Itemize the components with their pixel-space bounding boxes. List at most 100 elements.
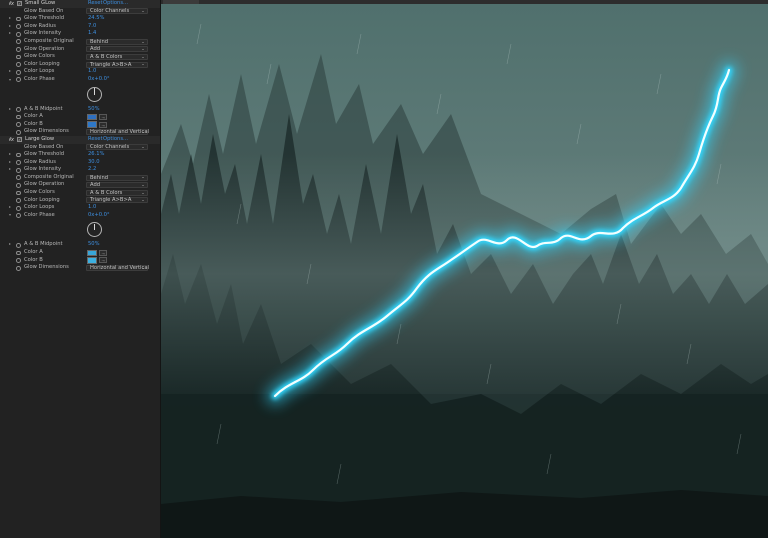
color-looping-dropdown[interactable]: Triangle A>B>A — [86, 197, 148, 204]
stopwatch-icon[interactable] — [16, 122, 21, 128]
glow-operation-dropdown[interactable]: Add — [86, 46, 148, 53]
stopwatch-icon[interactable] — [16, 54, 21, 60]
glow-radius-value[interactable]: 7.0 — [88, 23, 96, 31]
stopwatch-icon[interactable] — [16, 107, 21, 112]
stopwatch-icon[interactable] — [16, 31, 21, 37]
options-link[interactable]: Options... — [103, 0, 128, 8]
prop-glow-operation: Glow Operation Add — [0, 181, 160, 189]
angle-dial[interactable] — [87, 86, 102, 102]
stopwatch-icon[interactable] — [16, 190, 21, 196]
stopwatch-icon[interactable] — [16, 265, 21, 271]
glow-dimensions-dropdown[interactable]: Horizontal and Vertical — [86, 265, 149, 272]
composition-frame[interactable] — [161, 4, 768, 538]
glow-threshold-value[interactable]: 26.1% — [88, 151, 104, 159]
stopwatch-icon[interactable] — [16, 175, 21, 181]
twirl-right-icon[interactable] — [9, 24, 11, 27]
prop-label: Glow Radius — [24, 22, 56, 29]
prop-color-looping: Color Looping Triangle A>B>A — [0, 197, 160, 205]
prop-label: Color B — [24, 256, 43, 263]
color-phase-value[interactable]: 0x+0.0° — [88, 76, 110, 84]
twirl-right-icon[interactable] — [9, 17, 11, 20]
prop-label: Composite Original — [24, 173, 74, 180]
color-a-swatch[interactable] — [87, 249, 97, 257]
stopwatch-icon[interactable] — [16, 114, 21, 120]
twirl-right-icon[interactable] — [9, 153, 11, 156]
prop-label: Glow Intensity — [24, 166, 62, 173]
stopwatch-icon[interactable] — [16, 24, 21, 30]
prop-composite-original: Composite Original Behind — [0, 174, 160, 182]
twirl-right-icon[interactable] — [9, 32, 11, 35]
eyedropper-icon[interactable]: ⊸ — [99, 249, 107, 256]
stopwatch-icon[interactable] — [16, 16, 21, 22]
prop-glow-colors: Glow Colors A & B Colors — [0, 53, 160, 61]
stopwatch-icon[interactable] — [16, 213, 21, 219]
stopwatch-icon[interactable] — [16, 69, 21, 75]
composite-original-dropdown[interactable]: Behind — [86, 174, 148, 181]
color-phase-value[interactable]: 0x+0.0° — [88, 212, 110, 220]
glow-dimensions-dropdown[interactable]: Horizontal and Vertical — [86, 129, 149, 136]
color-loops-value[interactable]: 1.0 — [88, 68, 96, 76]
prop-label: Color A — [24, 113, 43, 120]
color-a-swatch[interactable] — [87, 113, 97, 121]
glow-based-on-dropdown[interactable]: Color Channels — [86, 144, 148, 151]
stopwatch-icon[interactable] — [16, 205, 21, 211]
stopwatch-icon[interactable] — [16, 258, 21, 263]
stopwatch-icon[interactable] — [16, 167, 21, 173]
stopwatch-icon[interactable] — [16, 198, 21, 203]
effect-header-large-glow[interactable]: fx ✓ Large Glow Reset Options... — [0, 135, 160, 144]
twirl-right-icon[interactable] — [9, 70, 11, 73]
color-looping-dropdown[interactable]: Triangle A>B>A — [86, 61, 148, 68]
composition-viewer[interactable] — [161, 0, 768, 538]
effect-name: Small GLow — [25, 0, 56, 6]
stopwatch-icon[interactable] — [16, 242, 21, 248]
stopwatch-icon[interactable] — [16, 152, 21, 158]
twirl-down-icon[interactable] — [8, 78, 11, 81]
glow-intensity-value[interactable]: 1.4 — [88, 30, 96, 38]
composite-original-dropdown[interactable]: Behind — [86, 38, 148, 45]
glow-based-on-dropdown[interactable]: Color Channels — [86, 8, 148, 15]
twirl-right-icon[interactable] — [9, 160, 11, 163]
prop-label: Glow Operation — [24, 181, 65, 188]
color-b-swatch[interactable] — [87, 257, 97, 264]
eyedropper-icon[interactable]: ⊸ — [99, 257, 107, 264]
prop-color-a: Color A ⊸ — [0, 113, 160, 121]
reset-link[interactable]: Reset — [88, 136, 103, 144]
effect-controls-panel: fx ✓ Small GLow Reset Options... Glow Ba… — [0, 0, 161, 538]
glow-colors-dropdown[interactable]: A & B Colors — [86, 53, 148, 60]
prop-label: Glow Threshold — [24, 151, 65, 158]
prop-label: Glow Based On — [24, 7, 64, 14]
color-b-swatch[interactable] — [87, 121, 97, 128]
ab-midpoint-value[interactable]: 50% — [88, 241, 100, 249]
glow-radius-value[interactable]: 30.0 — [88, 159, 100, 167]
stopwatch-icon[interactable] — [16, 47, 21, 52]
eyedropper-icon[interactable]: ⊸ — [99, 121, 107, 128]
color-loops-value[interactable]: 1.0 — [88, 204, 96, 212]
reset-link[interactable]: Reset — [88, 0, 103, 8]
stopwatch-icon[interactable] — [16, 250, 21, 256]
glow-operation-dropdown[interactable]: Add — [86, 182, 148, 189]
glow-intensity-value[interactable]: 2.2 — [88, 166, 96, 174]
checkbox-icon[interactable]: ✓ — [17, 137, 22, 143]
effect-header-small-glow[interactable]: fx ✓ Small GLow Reset Options... — [0, 0, 160, 8]
stopwatch-icon[interactable] — [16, 77, 21, 83]
stopwatch-icon[interactable] — [16, 39, 21, 45]
twirl-right-icon[interactable] — [9, 206, 11, 209]
ab-midpoint-value[interactable]: 50% — [88, 106, 100, 114]
prop-label: Glow Operation — [24, 45, 65, 52]
twirl-right-icon[interactable] — [9, 168, 11, 171]
eyedropper-icon[interactable]: ⊸ — [99, 113, 107, 120]
options-link[interactable]: Options... — [103, 136, 128, 144]
prop-label: Composite Original — [24, 37, 74, 44]
prop-glow-intensity: Glow Intensity 1.4 — [0, 30, 160, 38]
twirl-right-icon[interactable] — [9, 243, 11, 246]
stopwatch-icon[interactable] — [16, 160, 21, 165]
glow-colors-dropdown[interactable]: A & B Colors — [86, 189, 148, 196]
glow-threshold-value[interactable]: 24.5% — [88, 15, 104, 23]
checkbox-icon[interactable]: ✓ — [17, 1, 22, 7]
stopwatch-icon[interactable] — [16, 129, 21, 135]
angle-dial[interactable] — [87, 222, 102, 238]
twirl-down-icon[interactable] — [8, 214, 11, 217]
stopwatch-icon[interactable] — [16, 62, 21, 68]
twirl-right-icon[interactable] — [9, 107, 11, 110]
stopwatch-icon[interactable] — [16, 182, 21, 188]
